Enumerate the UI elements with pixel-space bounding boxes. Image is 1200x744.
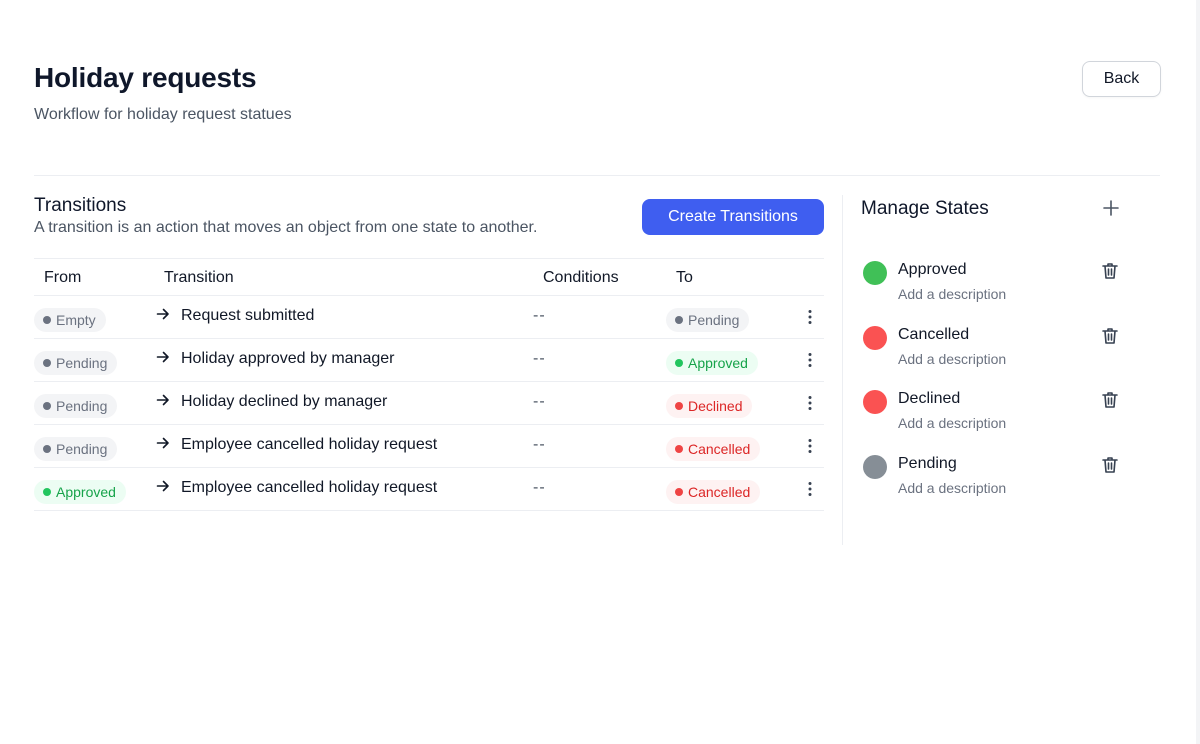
state-description[interactable]: Add a description: [898, 415, 1006, 431]
column-header-to: To: [676, 269, 693, 286]
state-item: Approved Add a description: [862, 259, 1132, 315]
to-status-badge: Cancelled: [666, 437, 761, 461]
to-status-label: Cancelled: [688, 484, 751, 500]
status-dot: [43, 359, 51, 367]
table-row: Pending Employee cancelled holiday reques…: [34, 425, 824, 468]
from-status-label: Empty: [56, 312, 96, 328]
status-dot: [43, 488, 51, 496]
state-name: Pending: [898, 454, 957, 472]
kebab-menu-icon[interactable]: [804, 352, 816, 368]
transition-name: Employee cancelled holiday request: [181, 436, 438, 453]
transition-conditions: --: [533, 307, 546, 324]
transition-conditions: --: [533, 436, 546, 453]
plus-icon[interactable]: [1102, 199, 1120, 217]
status-dot: [43, 316, 51, 324]
transition-name: Holiday declined by manager: [181, 393, 388, 410]
to-status-badge: Declined: [666, 394, 753, 418]
trash-icon[interactable]: [1100, 326, 1120, 346]
table-row: Pending Holiday declined by manager -- Decl…: [34, 382, 824, 425]
transition-name: Request submitted: [181, 307, 315, 324]
from-status-label: Approved: [56, 484, 116, 500]
kebab-menu-icon[interactable]: [804, 438, 816, 454]
transition-conditions: --: [533, 479, 546, 496]
page-subtitle: Workflow for holiday request statues: [34, 106, 292, 123]
from-status-badge: Pending: [34, 394, 118, 418]
arrow-right-icon: [156, 480, 169, 492]
transition-name: Holiday approved by manager: [181, 350, 395, 367]
trash-icon[interactable]: [1100, 261, 1120, 281]
status-dot: [675, 445, 683, 453]
status-dot: [43, 402, 51, 410]
state-item: Declined Add a description: [862, 388, 1132, 444]
from-status-label: Pending: [56, 398, 108, 414]
back-button[interactable]: Back: [1082, 61, 1161, 97]
manage-states-title: Manage States: [861, 198, 989, 219]
kebab-menu-icon[interactable]: [804, 395, 816, 411]
arrow-right-icon: [156, 437, 169, 449]
status-dot: [675, 316, 683, 324]
state-item: Cancelled Add a description: [862, 324, 1132, 380]
trash-icon[interactable]: [1100, 455, 1120, 475]
state-name: Declined: [898, 390, 961, 407]
column-header-transition: Transition: [164, 269, 234, 286]
to-status-label: Cancelled: [688, 441, 751, 457]
transitions-title: Transitions: [34, 195, 127, 216]
to-status-badge: Approved: [666, 351, 758, 375]
kebab-menu-icon[interactable]: [804, 309, 816, 325]
table-row: Pending Holiday approved by manager -- Appr…: [34, 339, 824, 382]
state-description[interactable]: Add a description: [898, 351, 1006, 367]
transition-name: Employee cancelled holiday request: [181, 479, 438, 496]
column-header-from: From: [44, 269, 82, 286]
state-description[interactable]: Add a description: [898, 480, 1006, 496]
trash-icon[interactable]: [1100, 390, 1120, 410]
status-dot: [675, 402, 683, 410]
state-name: Cancelled: [898, 325, 970, 343]
transition-conditions: --: [533, 350, 546, 367]
from-status-badge: Pending: [34, 437, 118, 461]
column-header-conditions: Conditions: [543, 269, 619, 286]
arrow-right-icon: [156, 351, 169, 363]
state-item: Pending Add a description: [862, 453, 1132, 509]
table-header: From Transition Conditions To: [34, 258, 824, 296]
page-title: Holiday requests: [34, 62, 257, 93]
kebab-menu-icon[interactable]: [804, 481, 816, 497]
state-name: Approved: [898, 261, 967, 278]
table-row: Empty Request submitted -- Pending: [34, 296, 824, 339]
transitions-table: From Transition Conditions To Empty Reque…: [34, 258, 824, 511]
create-transitions-button[interactable]: Create Transitions: [642, 199, 824, 235]
from-status-badge: Approved: [34, 480, 126, 504]
status-dot: [675, 488, 683, 496]
header-divider: [34, 175, 1160, 176]
state-color-dot: [863, 325, 887, 350]
status-dot: [675, 359, 683, 367]
to-status-badge: Pending: [666, 308, 750, 332]
panel-divider: [842, 195, 843, 545]
status-dot: [43, 445, 51, 453]
state-color-dot: [863, 261, 887, 285]
from-status-badge: Pending: [34, 351, 118, 375]
state-description[interactable]: Add a description: [898, 286, 1006, 302]
to-status-label: Pending: [688, 312, 740, 328]
state-color-dot: [863, 454, 887, 479]
transitions-description: A transition is an action that moves an …: [34, 219, 538, 236]
table-body: Empty Request submitted -- Pending Pending Ho…: [34, 296, 824, 511]
arrow-right-icon: [156, 308, 169, 320]
transition-conditions: --: [533, 393, 546, 410]
from-status-label: Pending: [56, 355, 108, 371]
to-status-label: Approved: [688, 355, 748, 371]
arrow-right-icon: [156, 394, 169, 406]
from-status-label: Pending: [56, 441, 108, 457]
to-status-badge: Cancelled: [666, 480, 761, 504]
page: Holiday requests Workflow for holiday re…: [0, 0, 1196, 744]
table-row: Approved Employee cancelled holiday reque…: [34, 468, 824, 511]
from-status-badge: Empty: [34, 308, 106, 332]
state-color-dot: [863, 390, 887, 414]
to-status-label: Declined: [688, 398, 743, 414]
